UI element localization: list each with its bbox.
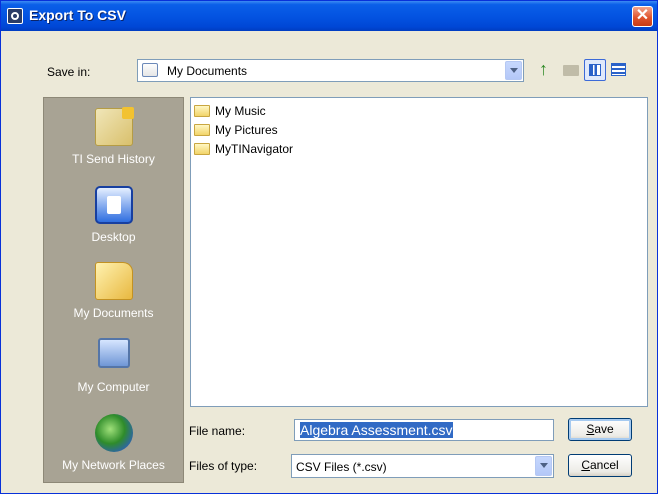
save-label: ave — [594, 422, 614, 436]
my-documents-small-icon — [142, 63, 158, 77]
file-type-dropdown[interactable]: CSV Files (*.csv) — [291, 454, 554, 478]
place-my-network-places[interactable]: My Network Places — [44, 414, 183, 472]
place-label: My Documents — [73, 306, 154, 320]
create-new-folder-icon[interactable] — [560, 59, 582, 81]
up-one-level-icon[interactable] — [536, 59, 558, 81]
place-label: My Network Places — [62, 458, 165, 472]
file-name: My Music — [215, 104, 266, 118]
cancel-mnemonic: C — [581, 458, 590, 472]
list-item[interactable]: My Pictures — [194, 122, 278, 138]
save-in-dropdown[interactable]: My Documents — [137, 59, 524, 82]
window-title: Export To CSV — [29, 7, 126, 23]
file-type-label: Files of type: — [189, 459, 258, 473]
folder-icon — [194, 123, 210, 136]
desktop-icon — [94, 186, 133, 224]
file-type-value: CSV Files (*.csv) — [296, 460, 387, 474]
list-item[interactable]: MyTINavigator — [194, 141, 293, 157]
folder-icon — [194, 104, 210, 117]
chevron-down-icon[interactable] — [505, 61, 522, 80]
close-button[interactable]: ✕ — [632, 6, 653, 27]
my-documents-icon — [94, 262, 133, 300]
export-dialog: Export To CSV ✕ Save in: My Documents TI… — [0, 0, 658, 494]
cancel-label: ancel — [589, 458, 619, 472]
my-computer-icon — [97, 338, 130, 368]
list-item[interactable]: My Music — [194, 103, 266, 119]
save-button[interactable]: Save — [568, 418, 632, 441]
title-bar[interactable]: Export To CSV ✕ — [1, 1, 657, 31]
place-label: TI Send History — [72, 152, 155, 166]
folder-icon — [194, 142, 210, 155]
file-name-value: Algebra Assessment.csv — [300, 422, 453, 438]
file-name-label: File name: — [189, 424, 246, 438]
places-bar: TI Send History Desktop My Documents My … — [43, 97, 184, 483]
save-in-label: Save in: — [47, 65, 91, 79]
ti-send-history-icon — [94, 107, 134, 146]
file-list[interactable]: My Music My Pictures MyTINavigator — [190, 97, 648, 407]
details-view-icon[interactable] — [608, 59, 630, 81]
app-icon — [7, 8, 23, 24]
save-in-value: My Documents — [167, 64, 248, 78]
place-desktop[interactable]: Desktop — [44, 186, 183, 244]
file-name: MyTINavigator — [215, 142, 294, 156]
place-label: Desktop — [91, 230, 136, 244]
chevron-down-icon[interactable] — [535, 456, 552, 476]
file-name-input[interactable]: Algebra Assessment.csv — [294, 419, 554, 441]
place-ti-send-history[interactable]: TI Send History — [44, 107, 183, 166]
place-label: My Computer — [77, 380, 150, 394]
my-network-places-icon — [94, 414, 133, 452]
cancel-button[interactable]: Cancel — [568, 454, 632, 477]
view-menu-icon[interactable] — [584, 59, 606, 81]
file-name: My Pictures — [215, 123, 278, 137]
place-my-computer[interactable]: My Computer — [44, 338, 183, 394]
place-my-documents[interactable]: My Documents — [44, 262, 183, 320]
